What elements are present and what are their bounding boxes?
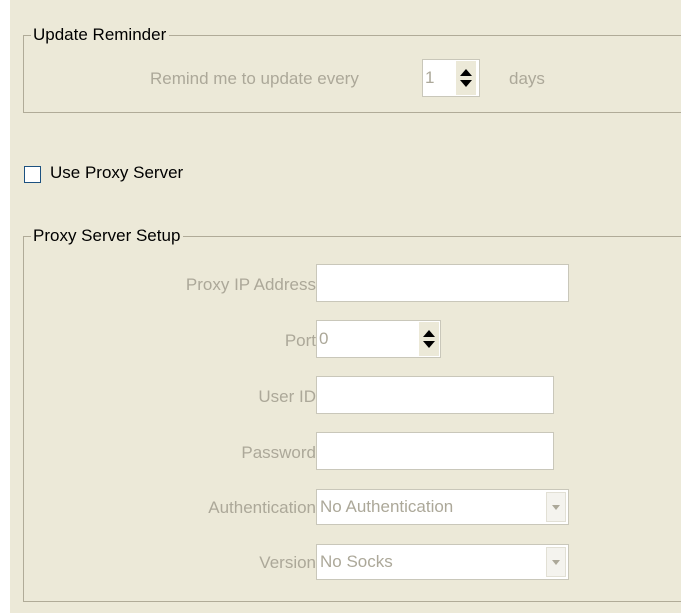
use-proxy-label[interactable]: Use Proxy Server (50, 163, 183, 183)
chevron-down-icon (552, 505, 560, 510)
authentication-value: No Authentication (320, 497, 454, 516)
authentication-select[interactable]: No Authentication (316, 489, 569, 525)
update-reminder-group: Update Reminder Remind me to update ever… (23, 25, 681, 113)
version-select[interactable]: No Socks (316, 544, 569, 580)
days-label: days (509, 69, 545, 88)
password-input[interactable] (316, 432, 554, 470)
proxy-ip-label: Proxy IP Address (185, 275, 316, 294)
port-spinner[interactable] (419, 322, 439, 356)
update-interval-spinner[interactable] (456, 61, 476, 95)
version-dropdown-button[interactable] (546, 547, 566, 577)
proxy-ip-input[interactable] (316, 264, 569, 302)
use-proxy-checkbox[interactable] (24, 166, 41, 183)
settings-panel: Update Reminder Remind me to update ever… (10, 0, 681, 613)
version-value: No Socks (320, 552, 393, 571)
chevron-down-icon (552, 560, 560, 565)
user-id-label: User ID (258, 387, 316, 406)
proxy-setup-title: Proxy Server Setup (31, 226, 184, 246)
version-label: Version (259, 553, 316, 572)
authentication-label: Authentication (208, 498, 316, 517)
user-id-input[interactable] (316, 376, 554, 414)
update-interval-value: 1 (425, 68, 435, 87)
port-value: 0 (319, 329, 329, 348)
password-label: Password (241, 443, 316, 462)
port-label: Port (284, 331, 316, 350)
authentication-dropdown-button[interactable] (546, 492, 566, 522)
spin-arrows-icon (423, 330, 435, 348)
spin-arrows-icon (460, 69, 472, 87)
remind-label: Remind me to update every (150, 69, 359, 88)
proxy-setup-group: Proxy Server Setup Proxy IP Address Port… (23, 226, 681, 602)
update-reminder-title: Update Reminder (31, 25, 170, 45)
